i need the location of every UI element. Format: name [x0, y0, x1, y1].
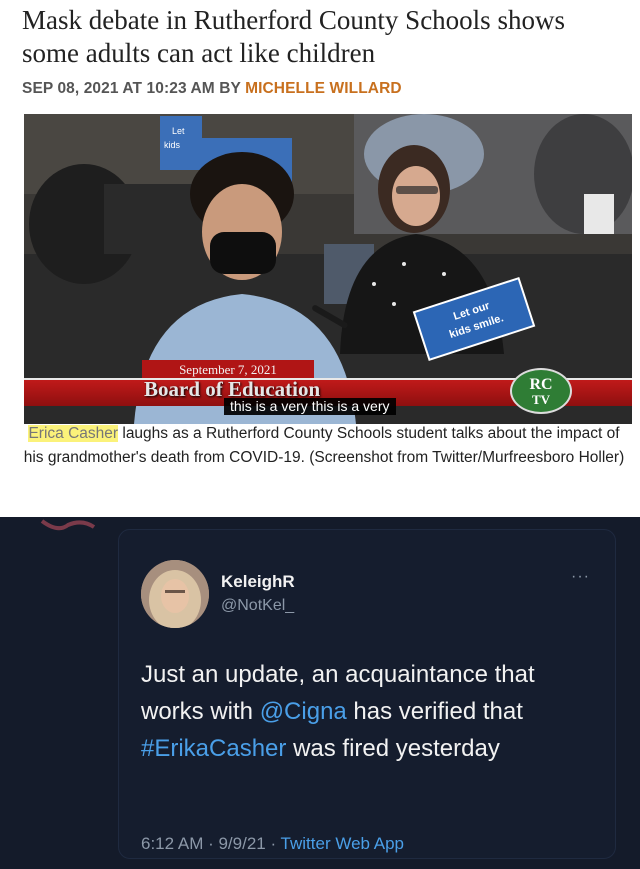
byline-author-link[interactable]: MICHELLE WILLARD — [245, 80, 402, 97]
article-headline[interactable]: Mask debate in Rutherford County Schools… — [22, 4, 622, 70]
avatar-image — [141, 560, 209, 628]
tweet-section: KeleighR @NotKel_ ··· Just an update, an… — [0, 517, 640, 869]
article-byline: SEP 08, 2021 AT 10:23 AM BY MICHELLE WIL… — [22, 80, 402, 98]
tweet-text-part: was fired yesterday — [286, 735, 500, 762]
tweet-source-link[interactable]: Twitter Web App — [281, 834, 404, 853]
back-sign-text: Let — [172, 126, 185, 136]
hashtag-link[interactable]: #ErikaCasher — [141, 735, 286, 762]
avatar[interactable] — [141, 560, 209, 628]
rctv-logo-bottom: TV — [531, 391, 551, 407]
svg-text:kids: kids — [164, 140, 181, 150]
closed-caption: this is a very this is a very — [224, 398, 396, 415]
tweet-text-part: has verified that — [346, 698, 523, 725]
tweet-handle[interactable]: @NotKel_ — [221, 597, 294, 615]
byline-date: SEP 08, 2021 AT 10:23 AM BY — [22, 80, 246, 97]
caption-highlighted-name: Erica Casher — [28, 425, 119, 442]
rctv-logo: RC TV — [510, 368, 572, 414]
article-photo: Let kids Let our kids smile. September 7… — [24, 114, 632, 424]
rctv-logo-top: RC — [529, 375, 553, 393]
photo-caption: Erica Casher laughs as a Rutherford Coun… — [18, 422, 630, 469]
tweet-meta: 6:12 AM · 9/9/21 · Twitter Web App — [141, 834, 404, 854]
tweet-text: Just an update, an acquaintance that wor… — [141, 656, 601, 767]
more-options-icon[interactable]: ··· — [571, 569, 595, 585]
tweet-timestamp[interactable]: 6:12 AM · 9/9/21 · — [141, 834, 281, 853]
cropped-image-fragment — [40, 519, 96, 531]
tweet-display-name[interactable]: KeleighR — [221, 572, 295, 592]
tweet-card[interactable]: KeleighR @NotKel_ ··· Just an update, an… — [118, 529, 616, 859]
mention-link[interactable]: @Cigna — [260, 698, 347, 725]
article: Mask debate in Rutherford County Schools… — [0, 0, 640, 517]
